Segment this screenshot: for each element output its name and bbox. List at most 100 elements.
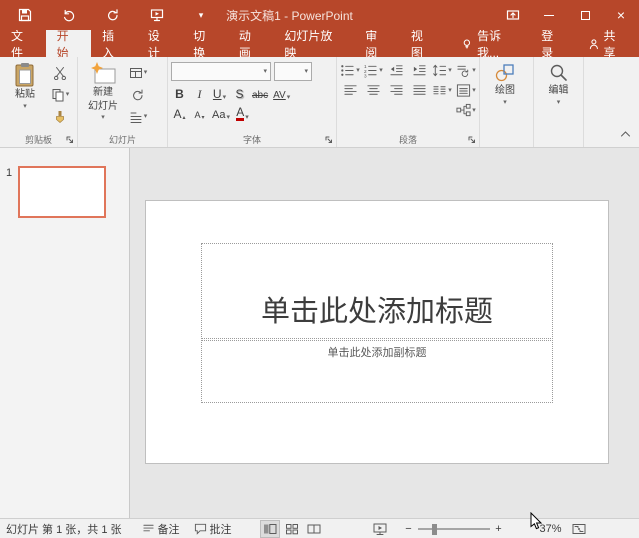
align-text-icon bbox=[456, 83, 471, 98]
title-placeholder[interactable]: 单击此处添加标题 bbox=[201, 243, 553, 339]
slide-layout-button[interactable]: ▾ bbox=[128, 64, 148, 81]
align-right-button[interactable] bbox=[386, 82, 406, 99]
undo-button[interactable] bbox=[58, 4, 80, 26]
align-center-button[interactable] bbox=[363, 82, 383, 99]
strikethrough-button[interactable]: abc bbox=[251, 84, 269, 101]
clipboard-dialog-launcher[interactable] bbox=[65, 135, 75, 145]
save-button[interactable] bbox=[14, 4, 36, 26]
chevron-down-icon: ▾ bbox=[245, 114, 249, 121]
bullets-button[interactable]: ▾ bbox=[340, 62, 360, 79]
zoom-slider-thumb[interactable] bbox=[432, 524, 437, 535]
minimize-icon bbox=[544, 15, 554, 16]
fit-to-window-icon bbox=[572, 522, 586, 536]
redo-button[interactable] bbox=[102, 4, 124, 26]
comments-label: 批注 bbox=[210, 521, 232, 537]
reading-view-button[interactable] bbox=[304, 520, 324, 538]
chevron-down-icon: ▾ bbox=[66, 91, 70, 98]
slide-sorter-icon bbox=[285, 522, 299, 536]
up-arrow-icon: ▴ bbox=[183, 114, 186, 121]
shrink-font-button[interactable]: A▾ bbox=[191, 104, 208, 121]
svg-text:3: 3 bbox=[364, 74, 367, 78]
tab-review[interactable]: 审阅 bbox=[354, 30, 400, 57]
slideshow-view-button[interactable] bbox=[370, 520, 390, 538]
justify-icon bbox=[412, 83, 427, 98]
text-shadow-button[interactable]: S bbox=[231, 84, 248, 101]
window-controls: × bbox=[495, 0, 639, 30]
cut-button[interactable] bbox=[50, 64, 70, 81]
columns-button[interactable]: ▾ bbox=[432, 82, 452, 99]
tab-transitions[interactable]: 切换 bbox=[182, 30, 228, 57]
slide-thumbnail-panel: 1 bbox=[0, 148, 130, 518]
drawing-button[interactable]: 绘图 ▾ bbox=[483, 59, 527, 132]
minimize-button[interactable] bbox=[531, 0, 567, 30]
font-name-combobox[interactable]: ▾ bbox=[171, 62, 271, 81]
subtitle-placeholder[interactable]: 单击此处添加副标题 bbox=[201, 340, 553, 403]
paste-button[interactable]: 粘贴 ▾ bbox=[3, 59, 47, 132]
font-dialog-launcher[interactable] bbox=[324, 135, 334, 145]
maximize-button[interactable] bbox=[567, 0, 603, 30]
smartart-icon bbox=[456, 103, 471, 118]
slide-thumbnail[interactable] bbox=[18, 166, 106, 218]
close-button[interactable]: × bbox=[603, 0, 639, 30]
tab-file[interactable]: 文件 bbox=[0, 30, 46, 57]
line-spacing-icon bbox=[432, 63, 447, 78]
tab-insert[interactable]: 插入 bbox=[91, 30, 137, 57]
slide-canvas[interactable]: 单击此处添加标题 单击此处添加副标题 bbox=[145, 200, 609, 464]
customize-qat-button[interactable]: ▾ bbox=[190, 4, 212, 26]
tell-me-box[interactable]: 告诉我... bbox=[453, 30, 530, 57]
reset-slide-button[interactable] bbox=[128, 86, 148, 103]
justify-button[interactable] bbox=[409, 82, 429, 99]
titlebar: ▾ 演示文稿1 - PowerPoint × bbox=[0, 0, 639, 30]
font-size-combobox[interactable]: ▾ bbox=[274, 62, 312, 81]
tab-design[interactable]: 设计 bbox=[137, 30, 183, 57]
clipboard-group-label: 剪贴板 bbox=[25, 135, 52, 145]
font-color-button[interactable]: A▾ bbox=[234, 104, 251, 121]
tab-slideshow[interactable]: 幻灯片放映 bbox=[273, 30, 354, 57]
format-painter-button[interactable] bbox=[50, 108, 70, 125]
grow-font-button[interactable]: A▴ bbox=[171, 104, 188, 121]
tab-home[interactable]: 开始 bbox=[46, 30, 92, 57]
magnifier-icon bbox=[548, 62, 570, 84]
dialog-launcher-icon bbox=[66, 136, 74, 144]
start-slideshow-button[interactable] bbox=[146, 4, 168, 26]
convert-to-smartart-button[interactable]: ▾ bbox=[456, 102, 476, 119]
add-section-button[interactable]: ▾ bbox=[128, 108, 148, 125]
editing-button[interactable]: 编辑 ▾ bbox=[537, 59, 580, 132]
normal-view-button[interactable] bbox=[260, 520, 280, 538]
ribbon-display-options-button[interactable] bbox=[495, 0, 531, 30]
fit-slide-to-window-button[interactable] bbox=[572, 522, 586, 536]
comments-button[interactable]: 批注 bbox=[194, 521, 232, 537]
workspace: 1 单击此处添加标题 单击此处添加副标题 bbox=[0, 148, 639, 518]
slide-sorter-button[interactable] bbox=[282, 520, 302, 538]
text-direction-button[interactable]: ▾ bbox=[456, 62, 476, 79]
decrease-indent-button[interactable] bbox=[386, 62, 406, 79]
ribbon: 粘贴 ▾ ▾ 剪贴板 bbox=[0, 57, 639, 148]
new-slide-button[interactable]: 新建 幻灯片 ▾ bbox=[81, 59, 125, 132]
bold-button[interactable]: B bbox=[171, 84, 188, 101]
zoom-slider[interactable] bbox=[418, 522, 490, 536]
collapse-ribbon-button[interactable] bbox=[620, 125, 631, 143]
italic-button[interactable]: I bbox=[191, 84, 208, 101]
align-text-button[interactable]: ▾ bbox=[456, 82, 476, 99]
tab-animations[interactable]: 动画 bbox=[228, 30, 274, 57]
line-spacing-button[interactable]: ▾ bbox=[432, 62, 452, 79]
underline-button[interactable]: U▾ bbox=[211, 84, 228, 101]
numbering-icon: 123 bbox=[363, 63, 378, 78]
increase-indent-button[interactable] bbox=[409, 62, 429, 79]
zoom-in-button[interactable]: + bbox=[492, 523, 506, 535]
notes-button[interactable]: 备注 bbox=[142, 521, 180, 537]
character-spacing-button[interactable]: AV▾ bbox=[272, 84, 291, 101]
sign-in-button[interactable]: 登录 bbox=[530, 30, 576, 57]
numbering-button[interactable]: 123 ▾ bbox=[363, 62, 383, 79]
share-button[interactable]: 共享 bbox=[576, 30, 639, 57]
tab-view[interactable]: 视图 bbox=[400, 30, 446, 57]
paragraph-dialog-launcher[interactable] bbox=[467, 135, 477, 145]
zoom-out-button[interactable]: − bbox=[402, 523, 416, 535]
dialog-launcher-icon bbox=[468, 136, 476, 144]
align-center-icon bbox=[366, 83, 381, 98]
shapes-icon bbox=[494, 62, 516, 84]
copy-button[interactable]: ▾ bbox=[50, 86, 70, 103]
align-left-button[interactable] bbox=[340, 82, 360, 99]
change-case-button[interactable]: Aa▾ bbox=[211, 104, 231, 121]
view-shortcuts bbox=[260, 520, 324, 538]
